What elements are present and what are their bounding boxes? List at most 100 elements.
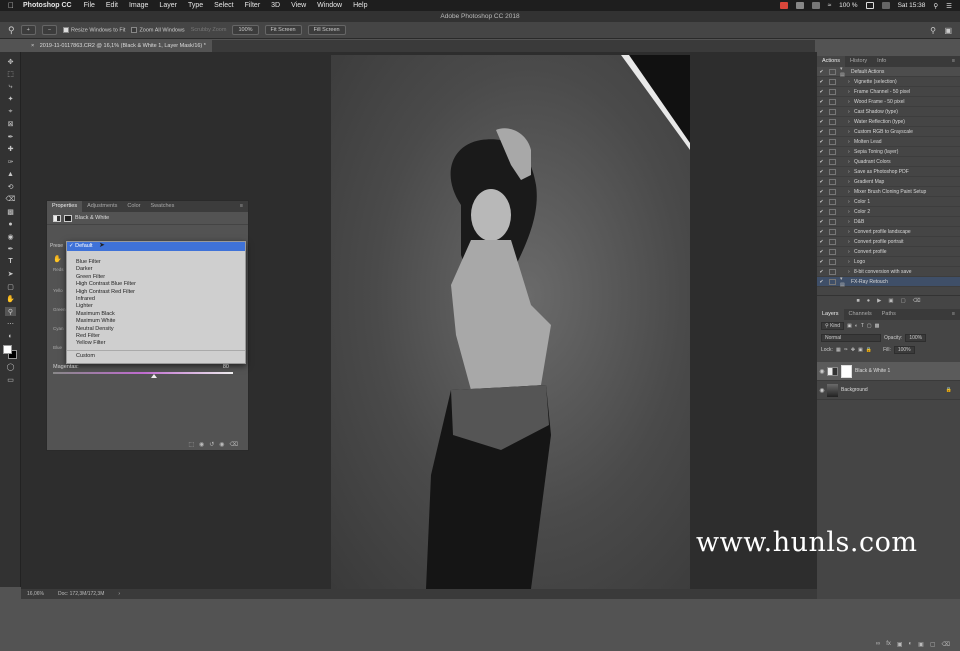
tab-history[interactable]: History xyxy=(845,56,872,67)
dodge-tool-icon[interactable]: ◉ xyxy=(5,232,16,241)
preset-option[interactable]: Maximum White xyxy=(67,318,245,325)
expand-arrow-icon[interactable]: › xyxy=(840,239,850,245)
spotlight-icon[interactable]: ⚲ xyxy=(933,2,938,10)
clip-to-layer-icon[interactable]: ⬚ xyxy=(188,441,194,448)
menu-type[interactable]: Type xyxy=(188,2,203,9)
action-enabled-check[interactable]: ✔ xyxy=(817,99,826,105)
screen-icon[interactable] xyxy=(811,2,820,9)
expand-arrow-icon[interactable]: › xyxy=(840,189,850,195)
action-enabled-check[interactable]: ✔ xyxy=(817,149,826,155)
dialog-toggle[interactable] xyxy=(829,238,836,245)
screen-mode-icon[interactable]: ▭ xyxy=(5,375,16,384)
link-layers-icon[interactable]: ∞ xyxy=(876,641,880,651)
menu-view[interactable]: View xyxy=(291,2,306,9)
dialog-toggle[interactable] xyxy=(829,178,836,185)
preset-option[interactable]: Infrared xyxy=(67,296,245,303)
expand-arrow-icon[interactable]: › xyxy=(840,269,850,275)
action-enabled-check[interactable]: ✔ xyxy=(817,89,826,95)
lock-move-icon[interactable]: ✥ xyxy=(851,347,855,353)
preset-option[interactable]: Maximum Black xyxy=(67,311,245,318)
dialog-toggle[interactable] xyxy=(829,108,836,115)
dialog-toggle[interactable] xyxy=(829,268,836,275)
lasso-tool-icon[interactable]: ⤷ xyxy=(5,82,16,91)
magentas-knob[interactable] xyxy=(150,374,157,378)
default-colors-icon[interactable]: ◐ xyxy=(5,332,16,341)
preset-option[interactable]: Yellow Filter xyxy=(67,340,245,347)
scrubby-zoom-option[interactable]: Scrubby Zoom xyxy=(191,27,227,33)
targeted-adjustment-icon[interactable]: ✋ xyxy=(53,255,62,263)
action-row[interactable]: ✔ › Color 2 xyxy=(817,207,960,217)
resize-windows-checkbox[interactable]: Resize Windows to Fit xyxy=(63,26,125,33)
battery-icon[interactable] xyxy=(865,2,874,9)
panel-menu-icon[interactable]: ≡ xyxy=(947,309,960,320)
action-enabled-check[interactable]: ✔ xyxy=(817,189,826,195)
action-row[interactable]: ✔ › Save as Photoshop PDF xyxy=(817,167,960,177)
action-enabled-check[interactable]: ✔ xyxy=(817,179,826,185)
opacity-field[interactable]: 100% xyxy=(905,334,927,342)
fx-icon[interactable]: fx xyxy=(886,641,891,651)
delete-action-icon[interactable]: ⌫ xyxy=(913,298,921,304)
crop-tool-icon[interactable]: ⌖ xyxy=(5,107,16,116)
gradient-tool-icon[interactable]: ▩ xyxy=(5,207,16,216)
action-enabled-check[interactable]: ✔ xyxy=(817,269,826,275)
lock-artboard-icon[interactable]: ▣ xyxy=(858,347,863,353)
folder-icon[interactable]: ▾ ▤ xyxy=(840,67,848,78)
action-enabled-check[interactable]: ✔ xyxy=(817,229,826,235)
action-row[interactable]: ✔ › Convert profile portrait xyxy=(817,237,960,247)
preset-dropdown-menu[interactable]: ✓ Default Blue Filter Darker Green Filte… xyxy=(66,241,246,364)
visibility-icon[interactable]: ◉ xyxy=(219,441,224,448)
expand-arrow-icon[interactable]: › xyxy=(840,79,850,85)
action-row[interactable]: ✔ › Color 1 xyxy=(817,197,960,207)
dialog-toggle[interactable] xyxy=(829,78,836,85)
tab-properties[interactable]: Properties xyxy=(47,201,83,212)
action-enabled-check[interactable]: ✔ xyxy=(817,199,826,205)
preset-option[interactable]: Lighter xyxy=(67,303,245,310)
preset-option[interactable]: Darker xyxy=(67,266,245,273)
hand-tool-icon[interactable]: ✋ xyxy=(5,295,16,304)
tab-adjustments[interactable]: Adjustments xyxy=(82,201,122,212)
menu-3d[interactable]: 3D xyxy=(271,2,280,9)
action-row[interactable]: ✔ › Vignette (selection) xyxy=(817,77,960,87)
new-set-icon[interactable]: ▣ xyxy=(888,298,893,304)
fill-screen-button[interactable]: Fill Screen xyxy=(307,25,346,35)
zoom-in-button[interactable]: + xyxy=(20,25,36,35)
new-layer-icon[interactable]: ▢ xyxy=(930,641,936,651)
quick-mask-icon[interactable]: ◯ xyxy=(5,363,16,372)
new-group-icon[interactable]: ▣ xyxy=(918,641,924,651)
apple-icon[interactable]:  xyxy=(8,1,14,10)
dialog-toggle[interactable] xyxy=(829,68,836,75)
tab-actions[interactable]: Actions xyxy=(817,56,846,67)
view-previous-icon[interactable]: ◉ xyxy=(199,441,204,448)
lock-all-icon[interactable]: 🔒 xyxy=(866,347,872,353)
action-row[interactable]: ✔ › Frame Channel - 50 pixel xyxy=(817,87,960,97)
panel-menu-icon[interactable]: ≡ xyxy=(235,201,248,212)
action-enabled-check[interactable]: ✔ xyxy=(817,279,826,285)
action-row[interactable]: ✔ › Molten Lead xyxy=(817,137,960,147)
dialog-toggle[interactable] xyxy=(829,278,836,285)
search-icon[interactable]: ⚲ xyxy=(930,26,936,35)
preset-option[interactable]: Red Filter xyxy=(67,333,245,340)
more-tools-icon[interactable]: ⋯ xyxy=(5,320,16,329)
expand-arrow-icon[interactable]: › xyxy=(840,129,850,135)
delete-icon[interactable]: ⌫ xyxy=(230,441,238,448)
wifi-icon[interactable]: ≈ xyxy=(828,2,832,9)
clock[interactable]: Sat 15:38 xyxy=(898,2,926,9)
preset-option-custom[interactable]: Custom xyxy=(67,353,245,360)
expand-arrow-icon[interactable]: › xyxy=(840,139,850,145)
menu-app-name[interactable]: Photoshop CC xyxy=(23,2,72,9)
blend-mode-select[interactable]: Normal xyxy=(821,334,881,342)
cc-icon[interactable] xyxy=(779,2,788,9)
path-select-tool-icon[interactable]: ➤ xyxy=(5,270,16,279)
dialog-toggle[interactable] xyxy=(829,88,836,95)
panel-menu-icon[interactable]: ≡ xyxy=(947,56,960,67)
action-enabled-check[interactable]: ✔ xyxy=(817,259,826,265)
expand-arrow-icon[interactable]: › xyxy=(840,199,850,205)
zoom-tool-icon[interactable]: ⚲ xyxy=(5,307,16,316)
add-mask-icon[interactable]: ▣ xyxy=(897,641,903,651)
zoom-out-button[interactable]: − xyxy=(41,25,58,35)
preset-option-selected[interactable]: ✓ Default xyxy=(67,242,245,251)
eyedropper-tool-icon[interactable]: ✒ xyxy=(5,132,16,141)
pen-tool-icon[interactable]: ✒ xyxy=(5,245,16,254)
fit-screen-button[interactable]: Fit Screen xyxy=(264,25,302,35)
workspace-icon[interactable]: ▣ xyxy=(944,26,952,35)
